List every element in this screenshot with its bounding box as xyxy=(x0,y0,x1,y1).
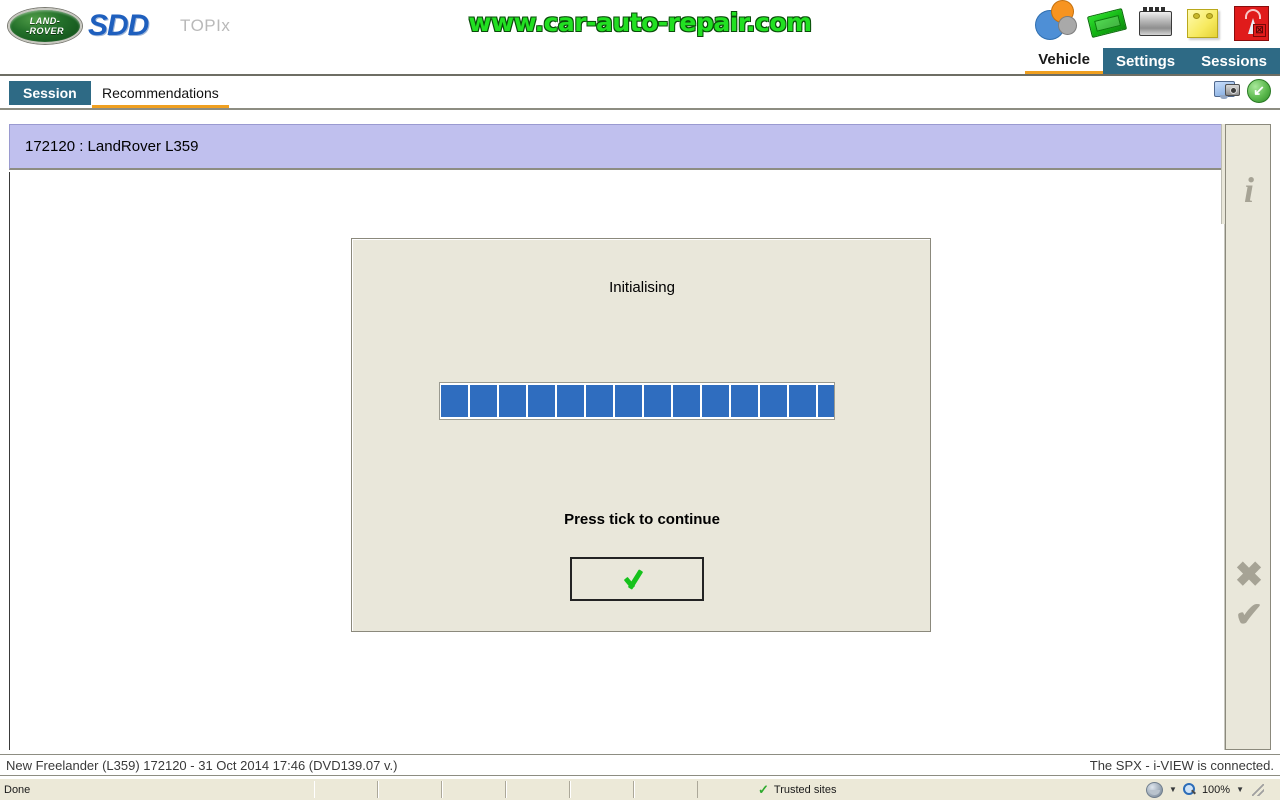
page-status: Done xyxy=(4,783,31,796)
header-icon-strip: ☒ xyxy=(1038,2,1272,44)
progress-segment xyxy=(557,385,584,417)
gears-icon[interactable] xyxy=(1038,2,1080,44)
progress-segment xyxy=(499,385,526,417)
status-segment xyxy=(570,781,634,798)
resize-grip[interactable] xyxy=(1252,783,1264,796)
vehicle-banner: 172120 : LandRover L359 xyxy=(9,124,1225,170)
chevron-down-icon[interactable]: ▼ xyxy=(1169,785,1177,794)
progress-segment xyxy=(615,385,642,417)
status-segments xyxy=(314,781,698,798)
security-zone[interactable]: ✓ Trusted sites xyxy=(698,782,1146,798)
status-segment xyxy=(314,781,378,798)
content-area: Initialising Press tick to continue xyxy=(9,172,1225,750)
status-left-text: New Freelander (L359) 172120 - 31 Oct 20… xyxy=(6,757,398,773)
dialog-title: Initialising xyxy=(609,279,675,296)
cancel-icon[interactable]: ✖ xyxy=(1226,555,1272,595)
progress-segment xyxy=(702,385,729,417)
progress-segment xyxy=(731,385,758,417)
info-icon[interactable]: i xyxy=(1226,169,1272,211)
money-icon[interactable] xyxy=(1086,2,1128,44)
refresh-icon[interactable] xyxy=(1247,79,1271,103)
progress-segment xyxy=(760,385,787,417)
dialog-prompt: Press tick to continue xyxy=(564,511,720,528)
nav-tab-settings[interactable]: Settings xyxy=(1102,48,1189,74)
tab-recommendations[interactable]: Recommendations xyxy=(92,81,229,108)
progress-segment xyxy=(586,385,613,417)
tabbar-tools xyxy=(1214,79,1271,103)
status-segment xyxy=(378,781,442,798)
check-icon: ✓ xyxy=(758,781,769,797)
screenshot-icon[interactable] xyxy=(1214,79,1240,103)
nav-tab-vehicle[interactable]: Vehicle xyxy=(1025,48,1103,74)
application-window: LAND- -ROVER SDD TOPIx www.car-auto-repa… xyxy=(0,0,1280,800)
notepad-icon[interactable] xyxy=(1182,2,1224,44)
progress-segment xyxy=(470,385,497,417)
status-segment xyxy=(634,781,698,798)
vehicle-banner-text: 172120 : LandRover L359 xyxy=(25,138,199,155)
tick-button[interactable] xyxy=(570,557,704,601)
connection-status-icon[interactable]: ☒ xyxy=(1230,2,1272,44)
nav-tab-sessions[interactable]: Sessions xyxy=(1188,48,1280,74)
progress-bar xyxy=(439,382,835,420)
chevron-down-icon[interactable]: ▼ xyxy=(1236,785,1244,794)
battery-icon[interactable] xyxy=(1134,2,1176,44)
zoom-level-label[interactable]: 100% xyxy=(1202,784,1230,796)
browser-right-controls: ▼ 100% ▼ xyxy=(1146,781,1280,798)
status-segment xyxy=(442,781,506,798)
confirm-tick-icon[interactable]: ✔ xyxy=(1226,595,1272,635)
progress-segment xyxy=(673,385,700,417)
progress-segment xyxy=(818,385,834,417)
status-segment xyxy=(506,781,570,798)
initialising-dialog: Initialising Press tick to continue xyxy=(351,238,931,632)
zoom-icon[interactable] xyxy=(1182,783,1196,796)
app-header: LAND- -ROVER SDD TOPIx www.car-auto-repa… xyxy=(0,0,1280,76)
globe-icon[interactable] xyxy=(1146,781,1164,798)
action-rail: i ✖ ✔ xyxy=(1225,124,1271,750)
progress-segment xyxy=(441,385,468,417)
browser-status-bar: Done ✓ Trusted sites ▼ 100% ▼ xyxy=(0,778,1280,800)
primary-nav: Vehicle Settings Sessions xyxy=(1025,48,1280,74)
progress-segment xyxy=(644,385,671,417)
security-zone-label: Trusted sites xyxy=(773,783,837,796)
progress-segment xyxy=(789,385,816,417)
session-tab-bar: Session Recommendations xyxy=(0,76,1280,110)
progress-segment xyxy=(528,385,555,417)
check-icon xyxy=(625,568,649,590)
app-status-bar: New Freelander (L359) 172120 - 31 Oct 20… xyxy=(0,754,1280,776)
status-right-text: The SPX - i-VIEW is connected. xyxy=(1089,757,1274,773)
tab-session[interactable]: Session xyxy=(9,81,91,105)
